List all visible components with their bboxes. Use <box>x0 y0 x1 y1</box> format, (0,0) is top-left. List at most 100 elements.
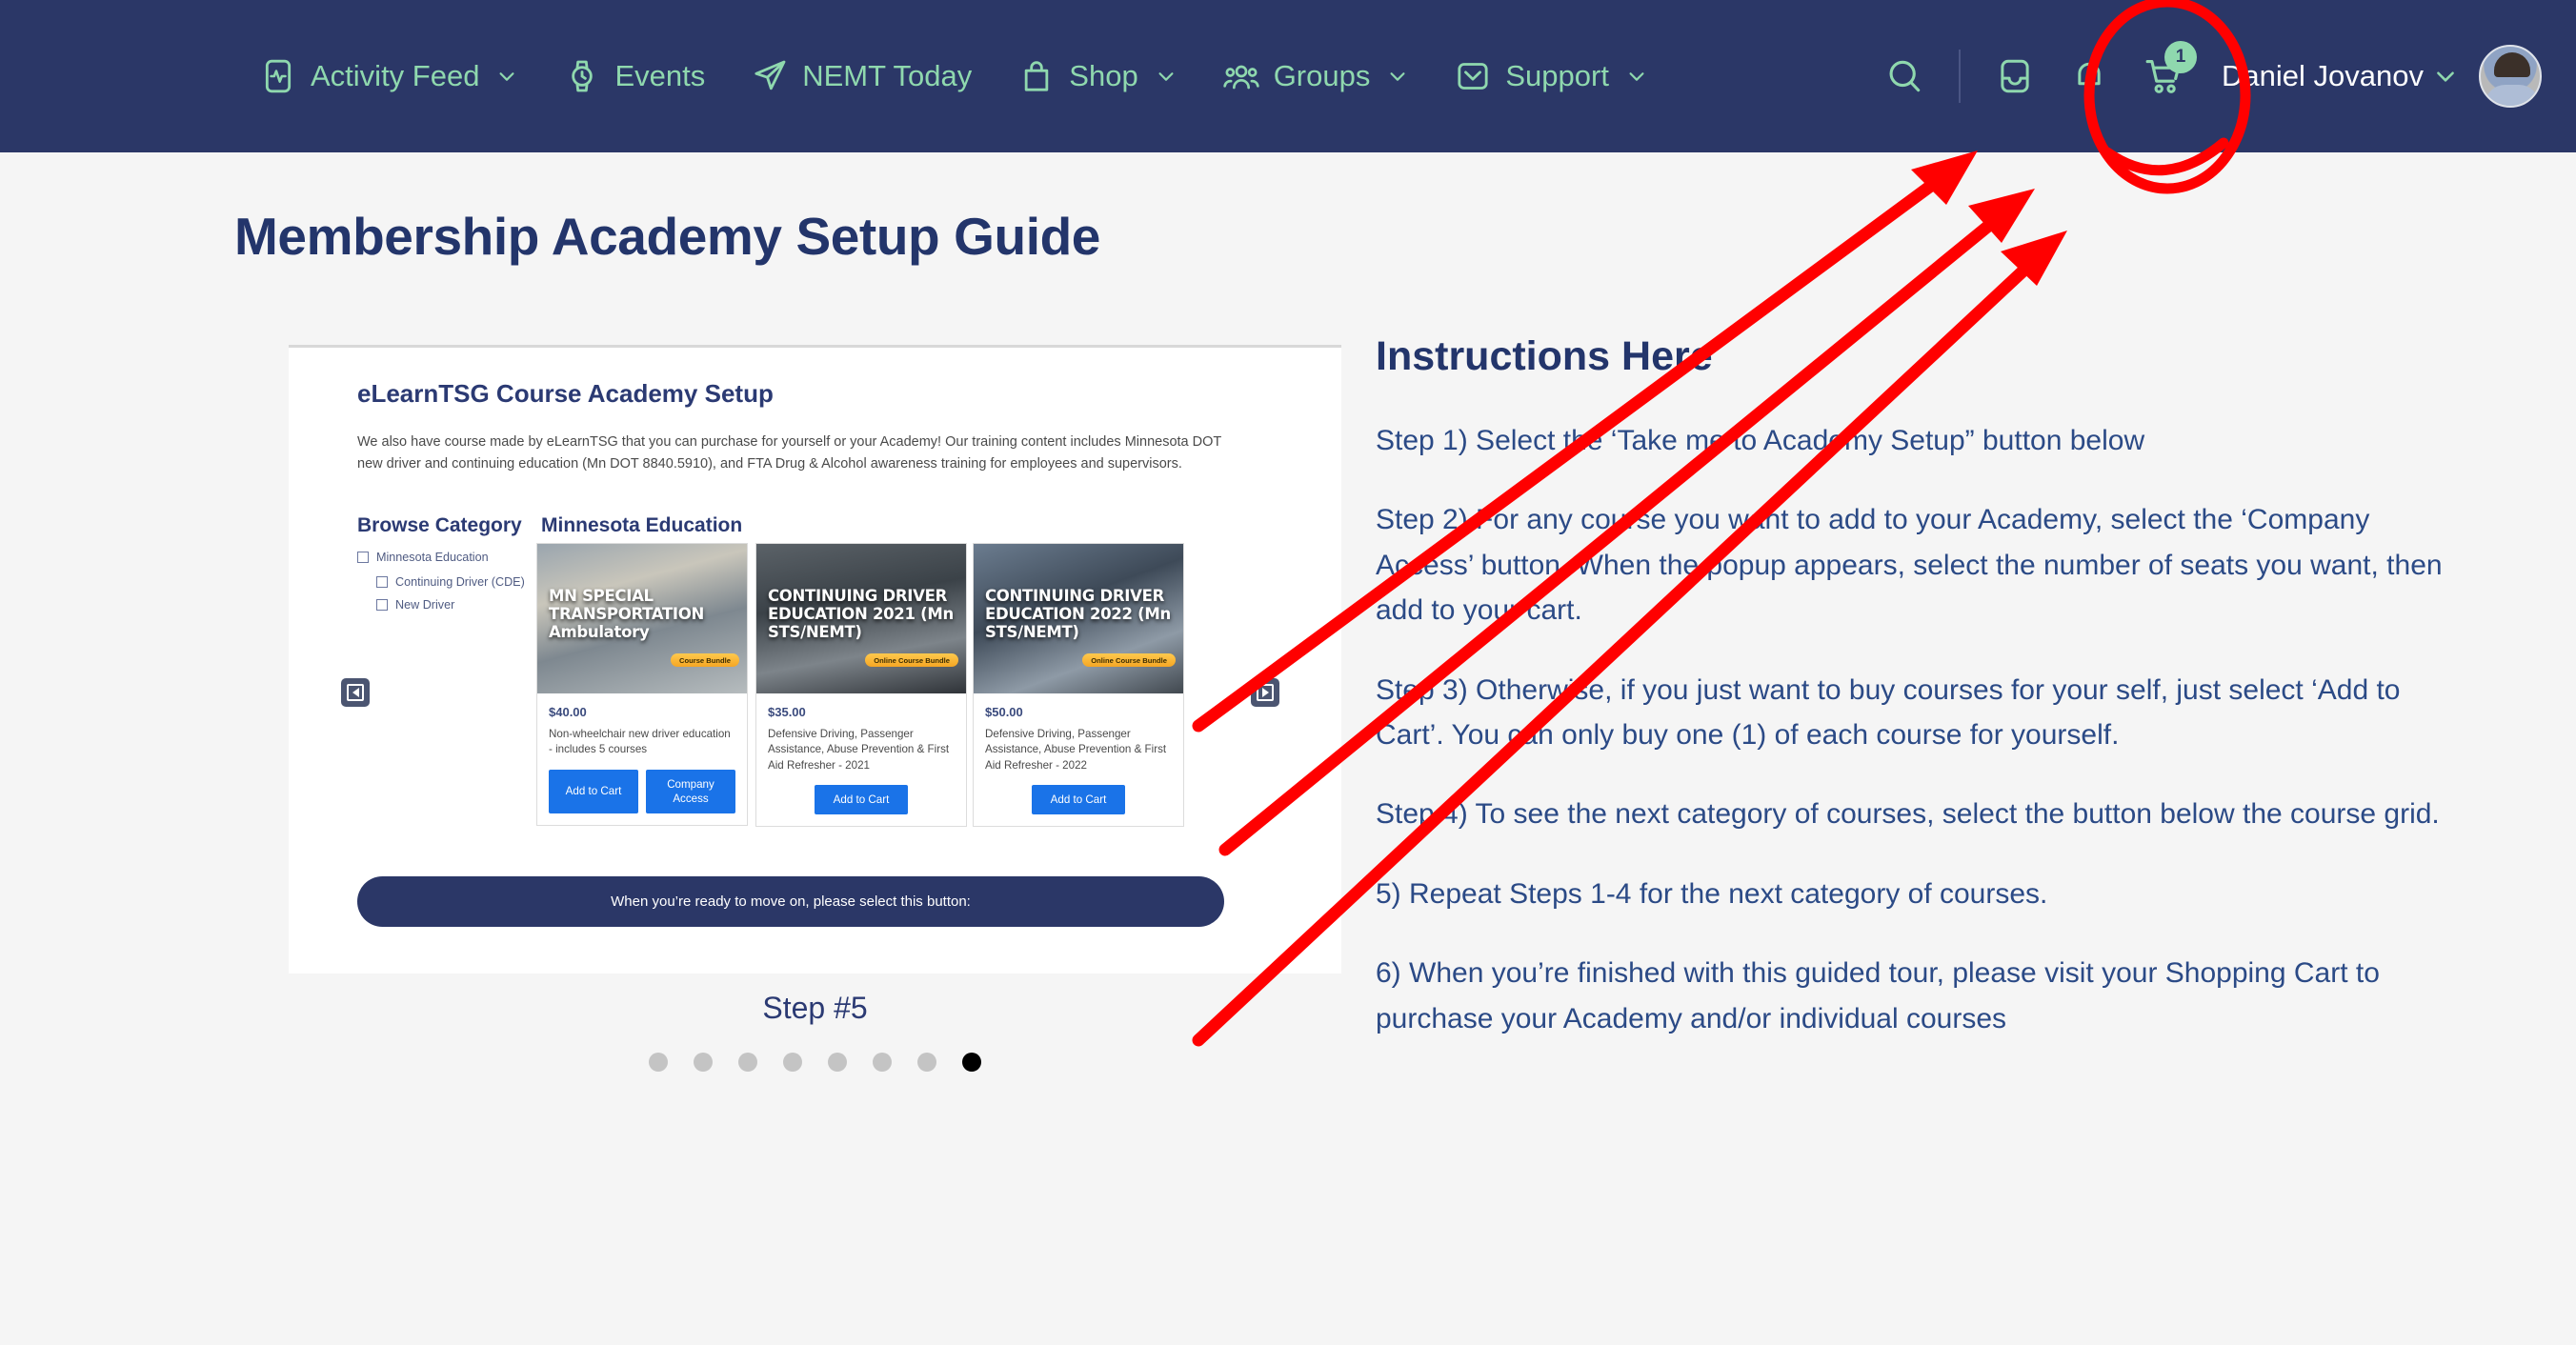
course-card-actions: Add to Cart <box>756 785 966 826</box>
add-to-cart-button[interactable]: Add to Cart <box>814 785 909 815</box>
course-price: $50.00 <box>985 705 1023 719</box>
nav-item-events[interactable]: Events <box>540 57 728 95</box>
nav-item-label: Shop <box>1069 59 1138 92</box>
notifications-bell-icon[interactable] <box>2052 39 2126 113</box>
instructions-title: Instructions Here <box>1376 333 1713 379</box>
checkbox-icon[interactable] <box>376 576 388 588</box>
course-image-title: CONTINUING DRIVER EDUCATION 2022 (Mn STS… <box>985 587 1171 641</box>
people-group-icon <box>1222 57 1260 95</box>
course-card-actions: Add to Cart <box>974 785 1183 826</box>
primary-nav-menu: Activity Feed Events NEMT Today Shop Gro… <box>236 57 1670 95</box>
nav-right-actions: 1 Daniel Jovanov <box>1867 0 2576 152</box>
nav-divider <box>1959 50 1962 103</box>
instruction-step-4: Step 4) To see the next category of cour… <box>1376 798 2440 831</box>
prev-arrow-glyph <box>347 684 364 701</box>
carousel-dot[interactable] <box>828 1053 847 1072</box>
cart-count-badge: 1 <box>2164 41 2198 73</box>
avatar-image <box>2494 52 2530 77</box>
step-caption: Step #5 <box>762 991 868 1025</box>
course-grid-heading: Minnesota Education <box>541 514 743 536</box>
course-bundle-tag: Online Course Bundle <box>865 653 958 667</box>
checkbox-icon[interactable] <box>357 552 369 563</box>
avatar-image-shirt <box>2485 85 2540 106</box>
screenshot-paragraph: We also have course made by eLearnTSG th… <box>357 434 1221 472</box>
instruction-step-1: Step 1) Select the ‘Take me to Academy S… <box>1376 425 2145 456</box>
category-checkbox-new-driver[interactable]: New Driver <box>376 598 454 612</box>
carousel-prev-arrow-icon[interactable] <box>341 678 370 707</box>
course-bundle-tag: Course Bundle <box>670 653 739 667</box>
course-card[interactable]: CONTINUING DRIVER EDUCATION 2022 (Mn STS… <box>973 543 1184 828</box>
instructions-panel: Instructions Here Step 1) Select the ‘Ta… <box>1376 333 2452 1075</box>
activity-feed-icon <box>259 57 297 95</box>
user-name-label[interactable]: Daniel Jovanov <box>2222 59 2424 93</box>
course-card-actions: Add to Cart Company Access <box>537 769 747 825</box>
page-body: Membership Academy Setup Guide eLearnTSG… <box>0 152 2576 1345</box>
nav-item-groups[interactable]: Groups <box>1199 57 1432 95</box>
carousel-dot[interactable] <box>649 1053 668 1072</box>
category-label: Minnesota Education <box>376 551 489 564</box>
search-icon[interactable] <box>1867 39 1942 113</box>
carousel-dot[interactable] <box>783 1053 802 1072</box>
avatar[interactable] <box>2479 45 2542 108</box>
add-to-cart-button[interactable]: Add to Cart <box>549 769 638 814</box>
add-to-cart-button[interactable]: Add to Cart <box>1031 785 1126 815</box>
nav-item-label: Groups <box>1273 59 1371 92</box>
envelope-icon <box>1454 57 1492 95</box>
instruction-step-3: Step 3) Otherwise, if you just want to b… <box>1376 673 2401 751</box>
screenshot-heading: eLearnTSG Course Academy Setup <box>357 379 774 408</box>
inbox-icon[interactable] <box>1978 39 2052 113</box>
course-card[interactable]: MN SPECIAL TRANSPORTATION Ambulatory Cou… <box>536 543 748 827</box>
course-price: $40.00 <box>549 705 587 719</box>
course-bundle-tag: Online Course Bundle <box>1082 653 1176 667</box>
chevron-down-icon <box>1626 66 1647 87</box>
nav-item-label: Activity Feed <box>311 59 480 92</box>
chevron-down-icon <box>1156 66 1177 87</box>
tutorial-screenshot-panel: eLearnTSG Course Academy Setup We also h… <box>289 345 1341 974</box>
nav-item-nemt-today[interactable]: NEMT Today <box>728 57 995 95</box>
shopping-bag-icon <box>1017 57 1056 95</box>
company-access-button[interactable]: Company Access <box>646 769 735 814</box>
instruction-step-5: 5) Repeat Steps 1-4 for the next categor… <box>1376 877 2048 910</box>
nav-item-support[interactable]: Support <box>1431 57 1670 95</box>
chevron-down-icon <box>1387 66 1408 87</box>
nav-item-shop[interactable]: Shop <box>995 57 1198 95</box>
course-description: Defensive Driving, Passenger Assistance,… <box>985 728 1167 772</box>
browse-category-heading: Browse Category <box>357 514 522 536</box>
nav-item-activity-feed[interactable]: Activity Feed <box>236 57 540 95</box>
category-label: New Driver <box>395 598 455 612</box>
carousel-dot-active[interactable] <box>962 1053 981 1072</box>
nav-item-label: NEMT Today <box>802 59 973 92</box>
carousel-dot[interactable] <box>738 1053 757 1072</box>
instruction-step-6: 6) When you’re finished with this guided… <box>1376 957 2380 1034</box>
category-checkbox-minnesota-education[interactable]: Minnesota Education <box>357 551 489 564</box>
nav-item-label: Support <box>1505 59 1609 92</box>
category-label: Continuing Driver (CDE) <box>395 575 525 589</box>
chevron-down-icon <box>496 66 517 87</box>
carousel-dot[interactable] <box>917 1053 936 1072</box>
course-card-image: MN SPECIAL TRANSPORTATION Ambulatory Cou… <box>537 544 747 693</box>
instruction-step-2: Step 2) For any course you want to add t… <box>1376 504 2443 627</box>
checkbox-icon[interactable] <box>376 599 388 611</box>
course-image-title: CONTINUING DRIVER EDUCATION 2021 (Mn STS… <box>768 587 954 641</box>
course-card[interactable]: CONTINUING DRIVER EDUCATION 2021 (Mn STS… <box>755 543 967 828</box>
watch-clock-icon <box>563 57 601 95</box>
course-image-title: MN SPECIAL TRANSPORTATION Ambulatory <box>549 587 704 641</box>
next-arrow-glyph <box>1257 684 1274 701</box>
paper-plane-icon <box>751 57 789 95</box>
course-description: Defensive Driving, Passenger Assistance,… <box>768 728 950 772</box>
course-card-image: CONTINUING DRIVER EDUCATION 2021 (Mn STS… <box>756 544 966 693</box>
move-on-button[interactable]: When you’re ready to move on, please sel… <box>357 876 1224 927</box>
carousel-pagination-dots <box>289 1053 1341 1072</box>
course-card-image: CONTINUING DRIVER EDUCATION 2022 (Mn STS… <box>974 544 1183 693</box>
page-title: Membership Academy Setup Guide <box>234 207 1100 266</box>
course-description: Non-wheelchair new driver education - in… <box>549 728 731 756</box>
carousel-dot[interactable] <box>873 1053 892 1072</box>
top-navigation-bar: Activity Feed Events NEMT Today Shop Gro… <box>0 0 2576 152</box>
carousel-dot[interactable] <box>694 1053 713 1072</box>
nav-item-label: Events <box>614 59 706 92</box>
chevron-down-icon[interactable] <box>2433 64 2458 89</box>
shopping-cart-icon[interactable]: 1 <box>2126 39 2201 113</box>
carousel-next-arrow-icon[interactable] <box>1251 678 1279 707</box>
category-checkbox-continuing-driver[interactable]: Continuing Driver (CDE) <box>376 575 525 589</box>
course-price: $35.00 <box>768 705 806 719</box>
